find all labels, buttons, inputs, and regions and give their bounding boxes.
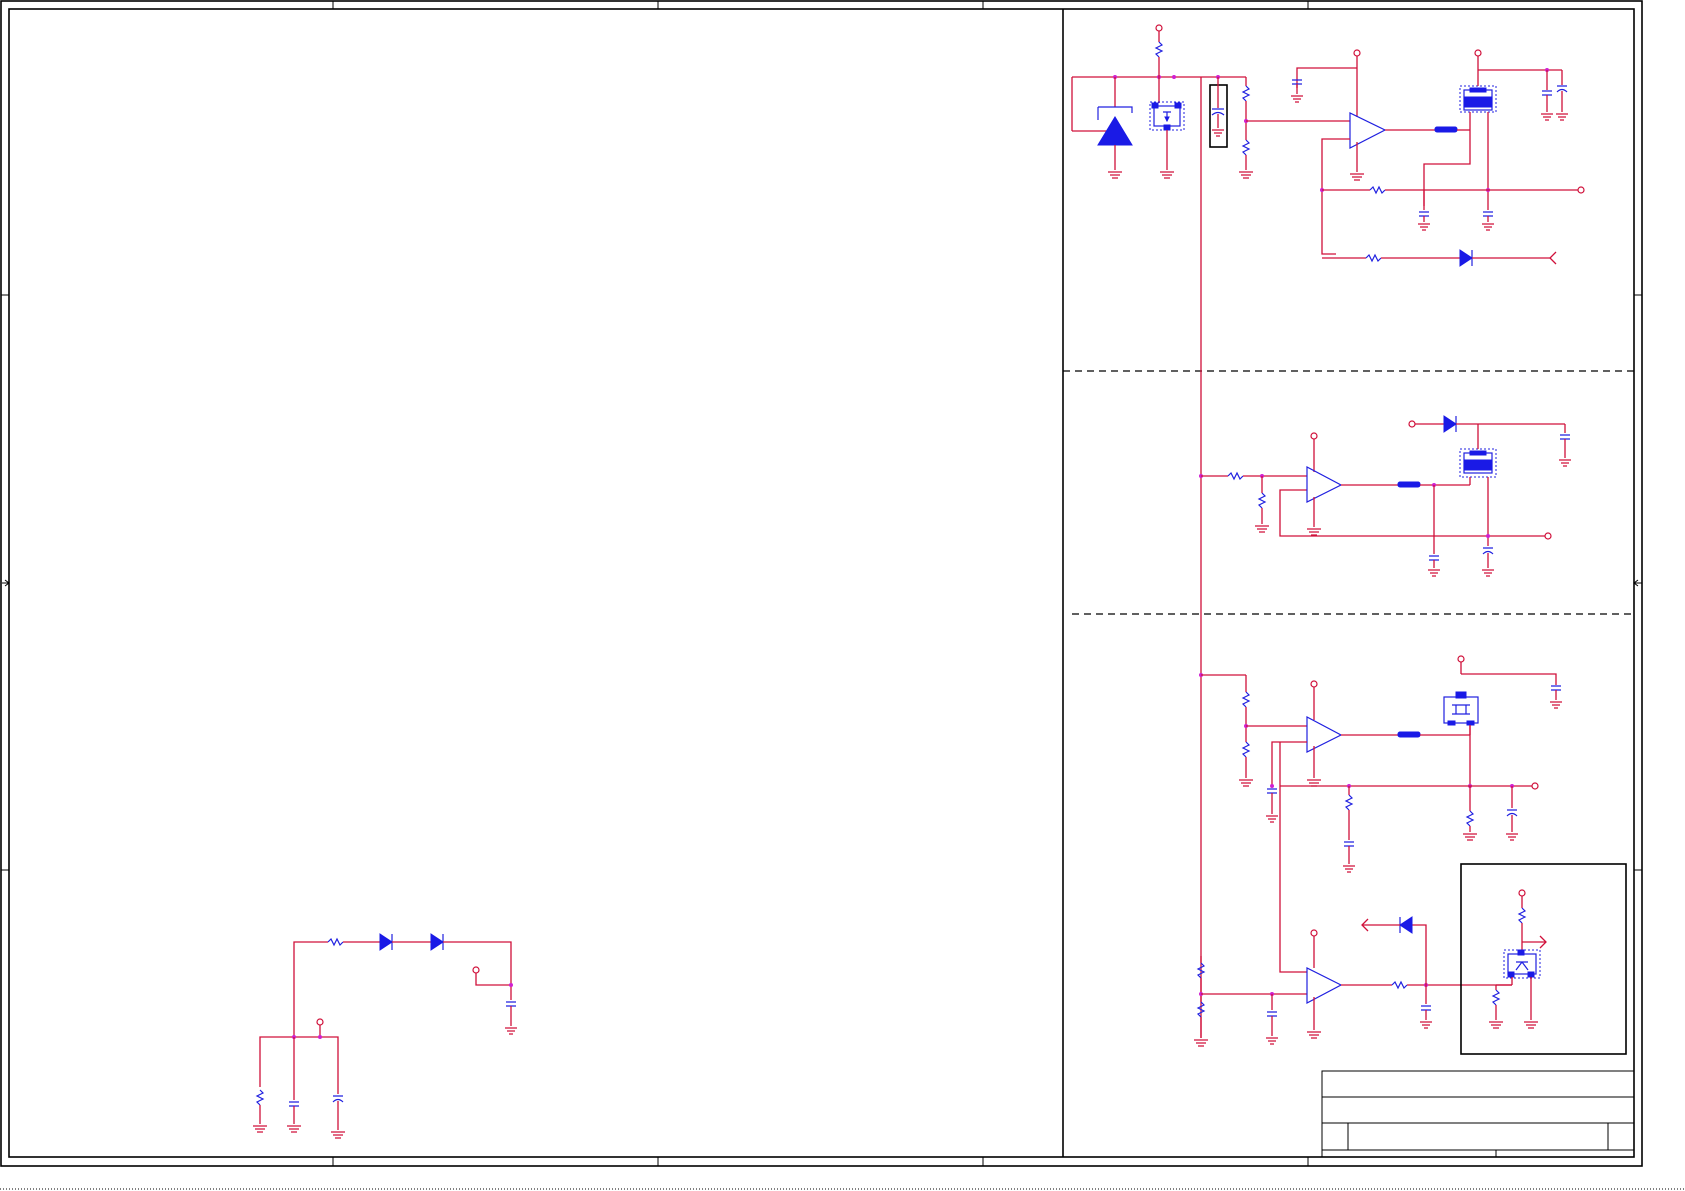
tvs-diode <box>1097 77 1133 179</box>
opamp-4-section <box>1194 916 1512 1047</box>
sheet-frame <box>0 0 1685 1190</box>
middle-section <box>1201 415 1571 577</box>
output-line-1 <box>1322 185 1585 231</box>
output-caps-1 <box>1541 68 1568 121</box>
indicator-diode-row <box>1322 249 1557 267</box>
schematic-sheet <box>0 0 1685 1190</box>
top-divider <box>1239 77 1350 179</box>
main-bus <box>1071 75 1246 1038</box>
title-block <box>1321 1070 1635 1158</box>
highlighted-capacitor <box>1209 77 1228 148</box>
opamp-1 <box>1320 112 1470 255</box>
input-mosfet <box>1149 24 1185 179</box>
decoupling-cap-1 <box>1291 49 1361 117</box>
left-small-circuit <box>253 933 517 1139</box>
boxed-transistor-circuit <box>1460 863 1627 1055</box>
